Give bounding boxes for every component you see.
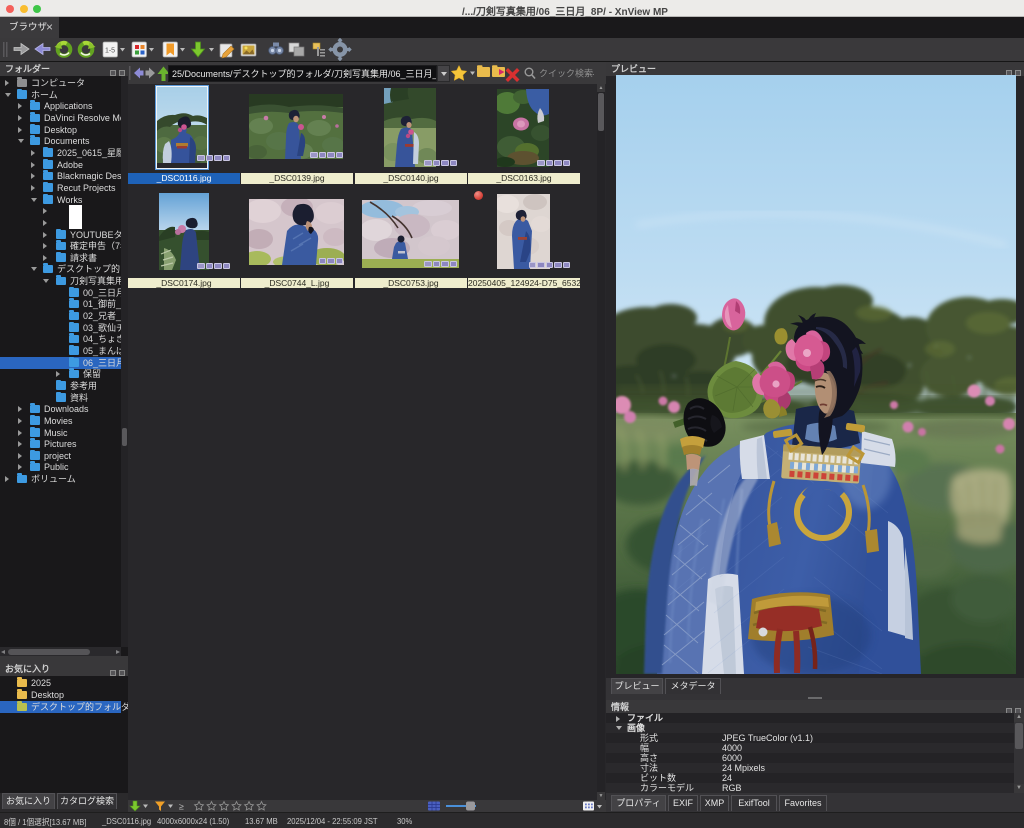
svg-text:≥: ≥ bbox=[179, 802, 184, 812]
svg-text:クイック検索: クイック検索 bbox=[539, 68, 593, 79]
svg-text:1-5: 1-5 bbox=[105, 48, 115, 55]
svg-text:...: ... bbox=[587, 67, 595, 77]
